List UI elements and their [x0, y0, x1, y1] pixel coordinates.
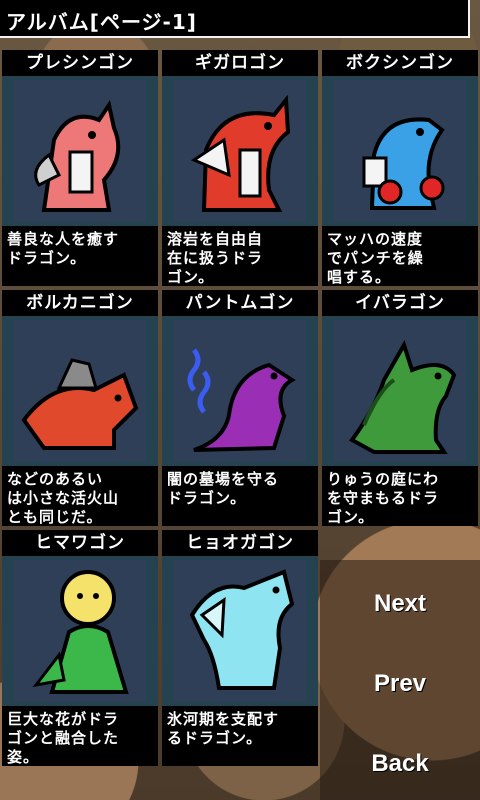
- dragon-portrait: [14, 320, 146, 462]
- album-card-volcanigon[interactable]: ボルカニゴン などのあるい は小さな活火山 とも同じだ。: [2, 290, 158, 526]
- dragon-portrait: [334, 320, 466, 462]
- album-card-boxingon[interactable]: ボクシンゴン マッハの速度 でパンチを繰 唱する。: [322, 50, 478, 286]
- album-header: アルバム[ページ-1]: [0, 0, 470, 38]
- page-title: アルバム[ページ-1]: [6, 10, 197, 34]
- card-description: 氷河期を支配す るドラゴン。: [162, 706, 318, 766]
- dragon-icon: [32, 570, 129, 694]
- album-card-hyogagon[interactable]: ヒョオガゴン 氷河期を支配す るドラゴン。: [162, 530, 318, 766]
- dragon-icon: [362, 117, 445, 210]
- card-description: 闇の墓場を守る ドラゴン。: [162, 466, 318, 526]
- dragon-portrait: [174, 80, 306, 222]
- card-name: ヒマワゴン: [2, 530, 158, 556]
- card-description: 巨大な花がドラ ゴンと融合した 姿。: [2, 706, 158, 766]
- dragon-portrait: [14, 80, 146, 222]
- next-button[interactable]: Next: [320, 574, 480, 634]
- dragon-icon: [21, 358, 139, 450]
- card-description: マッハの速度 でパンチを繰 唱する。: [322, 226, 478, 286]
- card-name: ボルカニゴン: [2, 290, 158, 316]
- card-name: パントムゴン: [162, 290, 318, 316]
- card-description: 善良な人を癒す ドラゴン。: [2, 226, 158, 286]
- card-description: りゅうの庭にわ を守まもるドラ ゴン。: [322, 466, 478, 526]
- card-name: ギガロゴン: [162, 50, 318, 76]
- album-card-phantomgon[interactable]: パントムゴン 闇の墓場を守る ドラゴン。: [162, 290, 318, 526]
- card-name: イバラゴン: [322, 290, 478, 316]
- album-card-ibaragon[interactable]: イバラゴン りゅうの庭にわ を守まもるドラ ゴン。: [322, 290, 478, 526]
- dragon-portrait: [174, 320, 306, 462]
- card-name: プレシンゴン: [2, 50, 158, 76]
- dragon-icon: [187, 348, 296, 452]
- card-description: 溶岩を自由自 在に扱うドラ ゴン。: [162, 226, 318, 286]
- album-card-plessingon[interactable]: プレシンゴン 善良な人を癒す ドラゴン。: [2, 50, 158, 286]
- dragon-portrait: [334, 80, 466, 222]
- prev-button[interactable]: Prev: [320, 654, 480, 714]
- album-card-himawagon[interactable]: ヒマワゴン 巨大な花がドラ ゴンと融合した 姿。: [2, 530, 158, 766]
- card-name: ボクシンゴン: [322, 50, 478, 76]
- dragon-portrait: [174, 560, 306, 702]
- dragon-icon: [189, 569, 295, 690]
- back-button[interactable]: Back: [320, 734, 480, 794]
- dragon-icon: [34, 99, 121, 212]
- card-name: ヒョオガゴン: [162, 530, 318, 556]
- dragon-portrait: [14, 560, 146, 702]
- dragon-icon: [349, 340, 457, 454]
- album-card-gigarogon[interactable]: ギガロゴン 溶岩を自由自 在に扱うドラ ゴン。: [162, 50, 318, 286]
- dragon-icon: [190, 94, 291, 212]
- card-description: などのあるい は小さな活火山 とも同じだ。: [2, 466, 158, 526]
